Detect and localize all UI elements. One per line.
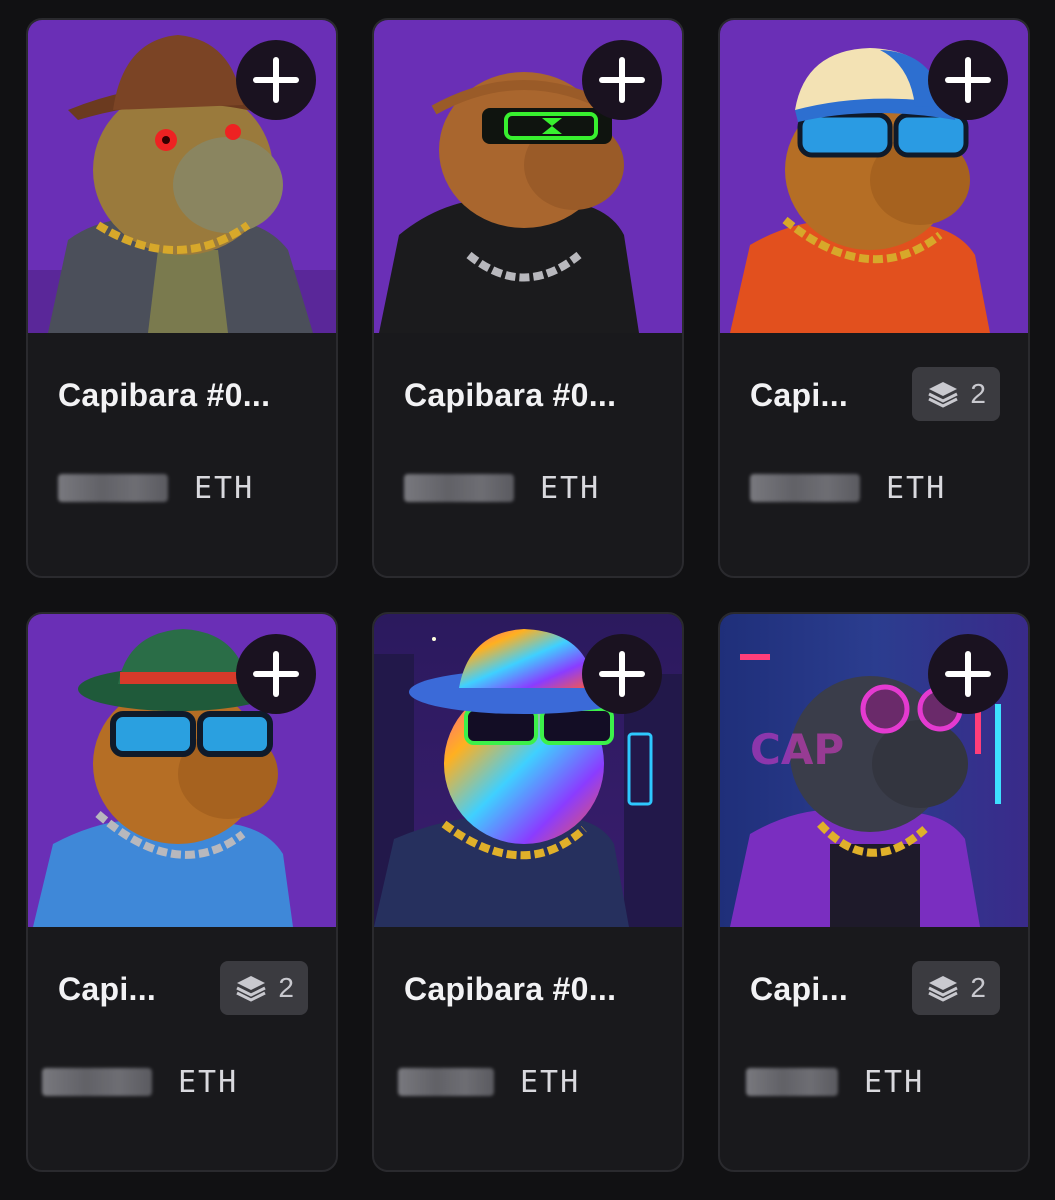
price-row: ETH <box>746 1062 924 1102</box>
nft-name[interactable]: Capibara #0... <box>404 377 616 414</box>
add-button[interactable] <box>236 634 316 714</box>
currency-label: ETH <box>886 470 947 506</box>
layers-icon <box>236 976 267 1002</box>
nft-name[interactable]: Capi... <box>58 971 156 1008</box>
nft-card[interactable]: CAP Capi... 2 ETH <box>718 612 1030 1172</box>
nft-card[interactable]: Capi... 2 ETH <box>26 612 338 1172</box>
edition-badge[interactable]: 2 <box>912 961 1000 1015</box>
nft-name[interactable]: Capibara #0... <box>404 971 616 1008</box>
add-button[interactable] <box>236 40 316 120</box>
nft-artwork[interactable] <box>374 20 682 333</box>
nft-artwork[interactable]: CAP <box>720 614 1028 927</box>
nft-card[interactable]: Capibara #0... ETH <box>26 18 338 578</box>
edition-count: 2 <box>970 972 986 1003</box>
edition-badge[interactable]: 2 <box>912 367 1000 421</box>
add-button[interactable] <box>928 40 1008 120</box>
price-row: ETH <box>404 468 600 508</box>
nft-artwork[interactable] <box>28 20 336 333</box>
nft-name[interactable]: Capi... <box>750 971 848 1008</box>
nft-grid: Capibara #0... ETH Capibara #0... ETH Ca… <box>0 0 1055 1200</box>
add-button[interactable] <box>928 634 1008 714</box>
price-row: ETH <box>398 1062 580 1102</box>
currency-label: ETH <box>864 1064 925 1100</box>
nft-card[interactable]: Capi... 2 ETH <box>718 18 1030 578</box>
nft-name[interactable]: Capi... <box>750 377 848 414</box>
currency-label: ETH <box>194 470 255 506</box>
nft-artwork[interactable] <box>720 20 1028 333</box>
price-redacted <box>404 474 514 502</box>
currency-label: ETH <box>178 1064 239 1100</box>
currency-label: ETH <box>520 1064 581 1100</box>
edition-badge[interactable]: 2 <box>220 961 308 1015</box>
add-button[interactable] <box>582 40 662 120</box>
price-redacted <box>42 1068 152 1096</box>
price-redacted <box>746 1068 838 1096</box>
nft-card[interactable]: Capibara #0... ETH <box>372 612 684 1172</box>
price-row: ETH <box>750 468 946 508</box>
edition-count: 2 <box>970 378 986 409</box>
layers-icon <box>928 382 959 408</box>
svg-text:CAP: CAP <box>750 725 844 774</box>
price-redacted <box>398 1068 494 1096</box>
price-row: ETH <box>58 468 254 508</box>
layers-icon <box>928 976 959 1002</box>
nft-artwork[interactable] <box>374 614 682 927</box>
add-button[interactable] <box>582 634 662 714</box>
nft-artwork[interactable] <box>28 614 336 927</box>
nft-name[interactable]: Capibara #0... <box>58 377 270 414</box>
price-redacted <box>58 474 168 502</box>
currency-label: ETH <box>540 470 601 506</box>
price-row: ETH <box>42 1062 238 1102</box>
edition-count: 2 <box>278 972 294 1003</box>
nft-card[interactable]: Capibara #0... ETH <box>372 18 684 578</box>
price-redacted <box>750 474 860 502</box>
